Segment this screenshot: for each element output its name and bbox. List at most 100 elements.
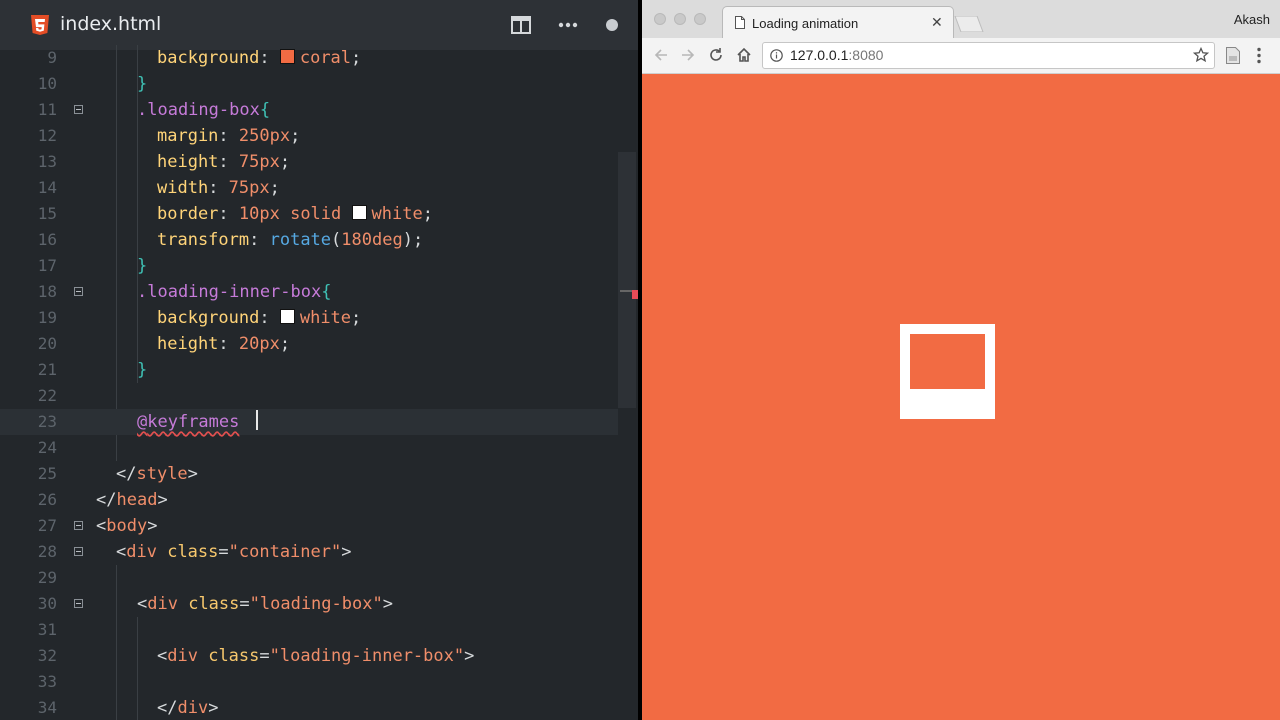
code-line[interactable]: 13 height: 75px;: [0, 149, 618, 175]
reload-icon[interactable]: [708, 47, 724, 63]
code-line[interactable]: 33: [0, 669, 618, 695]
code-token: <: [96, 516, 107, 536]
code-line[interactable]: 23 @keyframes: [0, 409, 618, 435]
home-icon[interactable]: [736, 47, 752, 63]
code-line[interactable]: 21}: [0, 357, 618, 383]
browser-tab[interactable]: Loading animation ✕: [722, 6, 954, 39]
code-token: head: [116, 490, 158, 510]
code-line[interactable]: 16 transform: rotate(180deg);: [0, 227, 618, 253]
code-token: 180deg: [341, 230, 403, 250]
code-line[interactable]: 24: [0, 435, 618, 461]
code-token: :: [259, 308, 280, 328]
code-line[interactable]: 15 border: 10px solid white;: [0, 201, 618, 227]
back-icon[interactable]: [653, 47, 669, 63]
code-token: rotate: [269, 230, 332, 250]
code-line[interactable]: 14 width: 75px;: [0, 175, 618, 201]
minimize-window-button[interactable]: [674, 13, 686, 25]
code-line[interactable]: 22: [0, 383, 618, 409]
browser-tab-title: Loading animation: [752, 16, 859, 31]
code-token: >: [157, 490, 168, 510]
line-number: 12: [37, 126, 57, 145]
html5-icon: [31, 15, 49, 35]
code-text: <div class="container">: [116, 539, 351, 565]
line-number: 33: [37, 672, 57, 691]
code-token: height: [157, 334, 219, 354]
code-token: >: [382, 594, 393, 614]
line-number: 25: [37, 464, 57, 483]
extension-icon[interactable]: [1226, 47, 1240, 64]
code-token: ;: [422, 204, 433, 224]
fold-toggle-icon[interactable]: [74, 547, 83, 556]
new-tab-button[interactable]: [954, 16, 984, 32]
code-text: <div class="loading-inner-box">: [157, 643, 474, 669]
code-line[interactable]: 29: [0, 565, 618, 591]
address-bar[interactable]: 127.0.0.1:8080: [762, 42, 1215, 69]
line-number: 29: [37, 568, 57, 587]
code-text: height: 75px;: [157, 149, 290, 175]
code-token: 250px: [238, 126, 291, 146]
code-line[interactable]: 26 </head>: [0, 487, 618, 513]
editor-tab-bar: index.html: [0, 0, 638, 50]
code-line[interactable]: 12 margin: 250px;: [0, 123, 618, 149]
fold-toggle-icon[interactable]: [74, 521, 83, 530]
line-number: 14: [37, 178, 57, 197]
close-icon[interactable]: ✕: [931, 14, 943, 31]
color-swatch: [279, 49, 295, 64]
code-token: <: [137, 594, 148, 614]
code-line[interactable]: 17}: [0, 253, 618, 279]
minimap-scroll-track[interactable]: [618, 152, 636, 408]
split-view-icon[interactable]: [511, 16, 531, 34]
code-line[interactable]: 34 </div>: [0, 695, 618, 720]
close-window-button[interactable]: [654, 13, 666, 25]
color-swatch: [351, 205, 367, 220]
zoom-window-button[interactable]: [694, 13, 706, 25]
info-icon[interactable]: [770, 49, 783, 62]
loading-inner-box: [910, 389, 985, 409]
line-number: 26: [37, 490, 57, 509]
code-token: transform: [157, 230, 250, 250]
fold-toggle-icon[interactable]: [74, 599, 83, 608]
fold-toggle-icon[interactable]: [74, 287, 83, 296]
code-token: width: [157, 178, 209, 198]
code-token: >: [147, 516, 158, 536]
code-line[interactable]: 28 <div class="container">: [0, 539, 618, 565]
code-line[interactable]: 30 <div class="loading-box">: [0, 591, 618, 617]
file-tab-title[interactable]: index.html: [60, 13, 161, 35]
code-line[interactable]: 10}: [0, 71, 618, 97]
code-line[interactable]: 25 </style>: [0, 461, 618, 487]
code-line[interactable]: 31: [0, 617, 618, 643]
code-line[interactable]: 20 height: 20px;: [0, 331, 618, 357]
code-line[interactable]: 19 background: white;: [0, 305, 618, 331]
code-line[interactable]: 27 <body>: [0, 513, 618, 539]
code-area[interactable]: 9 background: coral; 10} 11 .loading-box{ 12 m…: [0, 45, 638, 720]
profile-name[interactable]: Akash: [1234, 12, 1270, 27]
code-line[interactable]: 32 <div class="loading-inner-box">: [0, 643, 618, 669]
fold-toggle-icon[interactable]: [74, 105, 83, 114]
text-cursor: [255, 410, 258, 430]
code-token: =: [218, 542, 229, 562]
code-token: :: [218, 126, 239, 146]
code-token: );: [402, 230, 424, 250]
code-line[interactable]: 18 .loading-inner-box{: [0, 279, 618, 305]
code-editor[interactable]: index.html 9 background: coral; 10} 11 .load…: [0, 0, 638, 720]
code-token: div: [126, 542, 157, 562]
code-token: "container": [228, 542, 342, 562]
code-token: </: [116, 464, 137, 484]
more-icon[interactable]: [558, 21, 578, 29]
url-port: :8080: [848, 47, 884, 63]
code-token: 75px: [238, 152, 280, 172]
code-token: white: [371, 204, 423, 224]
star-icon[interactable]: [1193, 47, 1209, 63]
code-line[interactable]: 9 background: coral;: [0, 45, 618, 71]
menu-icon[interactable]: [1256, 47, 1262, 64]
forward-icon[interactable]: [680, 47, 696, 63]
code-token: "loading-inner-box": [269, 646, 465, 666]
code-token: <: [116, 542, 127, 562]
code-line[interactable]: 11 .loading-box{: [0, 97, 618, 123]
code-text: .loading-inner-box{: [137, 279, 331, 305]
code-token: background: [157, 48, 260, 68]
code-token: coral: [299, 48, 352, 68]
code-token: margin: [157, 126, 219, 146]
code-token: ;: [351, 48, 362, 68]
